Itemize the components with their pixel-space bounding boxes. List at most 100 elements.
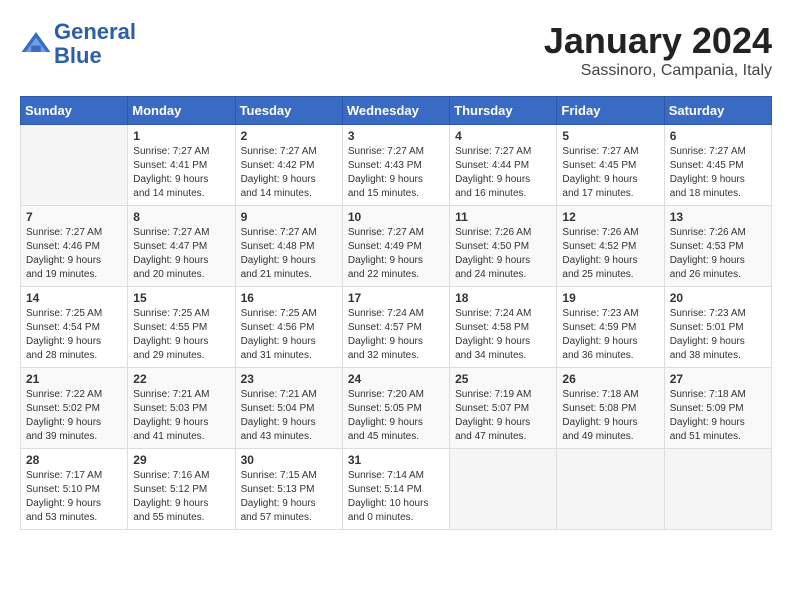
calendar-cell: 21 Sunrise: 7:22 AM Sunset: 5:02 PM Dayli… [21,368,128,449]
day-number: 13 [670,210,766,224]
calendar-week-row: 14Sunrise: 7:25 AM Sunset: 4:54 PM Dayli… [21,287,772,368]
day-of-week-header: Sunday [21,97,128,125]
day-info: Sunrise: 7:25 AM Sunset: 4:54 PM Dayligh… [26,307,122,363]
day-number: 21 [26,372,122,386]
day-number: 8 [133,210,229,224]
day-info: Sunrise: 7:26 AM Sunset: 4:52 PM Dayligh… [562,226,658,282]
day-number: 19 [562,291,658,305]
calendar-cell: 6 Sunrise: 7:27 AM Sunset: 4:45 PM Daylig… [664,125,771,206]
day-number: 7 [26,210,122,224]
day-number: 15 [133,291,229,305]
day-info: Sunrise: 7:24 AM Sunset: 4:57 PM Dayligh… [348,307,444,363]
day-number: 17 [348,291,444,305]
day-of-week-header: Thursday [450,97,557,125]
day-of-week-header: Tuesday [235,97,342,125]
day-number: 6 [670,129,766,143]
calendar-cell [450,449,557,530]
day-info: Sunrise: 7:18 AM Sunset: 5:09 PM Dayligh… [670,388,766,444]
calendar-cell: 20 Sunrise: 7:23 AM Sunset: 5:01 PM Dayli… [664,287,771,368]
day-number: 30 [241,453,337,467]
day-number: 10 [348,210,444,224]
calendar-cell: 31 Sunrise: 7:14 AM Sunset: 5:14 PM Dayli… [342,449,449,530]
day-info: Sunrise: 7:27 AM Sunset: 4:47 PM Dayligh… [133,226,229,282]
calendar-cell: 30Sunrise: 7:15 AM Sunset: 5:13 PM Dayli… [235,449,342,530]
calendar-cell: 11 Sunrise: 7:26 AM Sunset: 4:50 PM Dayli… [450,206,557,287]
day-info: Sunrise: 7:27 AM Sunset: 4:42 PM Dayligh… [241,145,337,201]
calendar-cell: 2 Sunrise: 7:27 AM Sunset: 4:42 PM Daylig… [235,125,342,206]
calendar-cell: 5Sunrise: 7:27 AM Sunset: 4:45 PM Daylig… [557,125,664,206]
calendar-cell: 3 Sunrise: 7:27 AM Sunset: 4:43 PM Daylig… [342,125,449,206]
day-info: Sunrise: 7:27 AM Sunset: 4:44 PM Dayligh… [455,145,551,201]
calendar-cell: 17 Sunrise: 7:24 AM Sunset: 4:57 PM Dayli… [342,287,449,368]
day-of-week-header: Wednesday [342,97,449,125]
day-number: 3 [348,129,444,143]
calendar-cell: 8 Sunrise: 7:27 AM Sunset: 4:47 PM Daylig… [128,206,235,287]
day-number: 26 [562,372,658,386]
logo: General Blue [20,20,136,68]
calendar-cell: 13 Sunrise: 7:26 AM Sunset: 4:53 PM Dayli… [664,206,771,287]
calendar-week-row: 21 Sunrise: 7:22 AM Sunset: 5:02 PM Dayli… [21,368,772,449]
day-info: Sunrise: 7:18 AM Sunset: 5:08 PM Dayligh… [562,388,658,444]
calendar-cell: 29 Sunrise: 7:16 AM Sunset: 5:12 PM Dayli… [128,449,235,530]
day-number: 12 [562,210,658,224]
day-info: Sunrise: 7:27 AM Sunset: 4:48 PM Dayligh… [241,226,337,282]
day-number: 9 [241,210,337,224]
calendar-week-row: 28Sunrise: 7:17 AM Sunset: 5:10 PM Dayli… [21,449,772,530]
day-number: 1 [133,129,229,143]
calendar-cell: 22 Sunrise: 7:21 AM Sunset: 5:03 PM Dayli… [128,368,235,449]
day-info: Sunrise: 7:23 AM Sunset: 4:59 PM Dayligh… [562,307,658,363]
day-info: Sunrise: 7:19 AM Sunset: 5:07 PM Dayligh… [455,388,551,444]
day-number: 27 [670,372,766,386]
calendar-cell: 19 Sunrise: 7:23 AM Sunset: 4:59 PM Dayli… [557,287,664,368]
day-info: Sunrise: 7:20 AM Sunset: 5:05 PM Dayligh… [348,388,444,444]
day-number: 11 [455,210,551,224]
day-info: Sunrise: 7:27 AM Sunset: 4:43 PM Dayligh… [348,145,444,201]
calendar-cell: 12 Sunrise: 7:26 AM Sunset: 4:52 PM Dayli… [557,206,664,287]
day-info: Sunrise: 7:27 AM Sunset: 4:49 PM Dayligh… [348,226,444,282]
day-info: Sunrise: 7:21 AM Sunset: 5:04 PM Dayligh… [241,388,337,444]
day-info: Sunrise: 7:23 AM Sunset: 5:01 PM Dayligh… [670,307,766,363]
day-info: Sunrise: 7:26 AM Sunset: 4:50 PM Dayligh… [455,226,551,282]
day-info: Sunrise: 7:25 AM Sunset: 4:55 PM Dayligh… [133,307,229,363]
calendar-cell: 16 Sunrise: 7:25 AM Sunset: 4:56 PM Dayli… [235,287,342,368]
calendar-cell: 27 Sunrise: 7:18 AM Sunset: 5:09 PM Dayli… [664,368,771,449]
calendar-cell: 1 Sunrise: 7:27 AM Sunset: 4:41 PM Daylig… [128,125,235,206]
day-number: 24 [348,372,444,386]
day-number: 25 [455,372,551,386]
day-number: 29 [133,453,229,467]
day-info: Sunrise: 7:27 AM Sunset: 4:41 PM Dayligh… [133,145,229,201]
day-number: 23 [241,372,337,386]
calendar-cell: 7 Sunrise: 7:27 AM Sunset: 4:46 PM Daylig… [21,206,128,287]
day-number: 22 [133,372,229,386]
day-of-week-header: Saturday [664,97,771,125]
calendar-cell: 15 Sunrise: 7:25 AM Sunset: 4:55 PM Dayli… [128,287,235,368]
calendar-cell: 10 Sunrise: 7:27 AM Sunset: 4:49 PM Dayli… [342,206,449,287]
day-info: Sunrise: 7:26 AM Sunset: 4:53 PM Dayligh… [670,226,766,282]
calendar-cell: 25 Sunrise: 7:19 AM Sunset: 5:07 PM Dayli… [450,368,557,449]
day-number: 31 [348,453,444,467]
day-number: 5 [562,129,658,143]
day-of-week-header: Friday [557,97,664,125]
calendar-week-row: 7 Sunrise: 7:27 AM Sunset: 4:46 PM Daylig… [21,206,772,287]
calendar-cell [664,449,771,530]
day-number: 16 [241,291,337,305]
calendar-cell [557,449,664,530]
day-info: Sunrise: 7:22 AM Sunset: 5:02 PM Dayligh… [26,388,122,444]
page-header: General Blue January 2024 Sassinoro, Cam… [20,20,772,80]
calendar-table: SundayMondayTuesdayWednesdayThursdayFrid… [20,96,772,530]
day-info: Sunrise: 7:14 AM Sunset: 5:14 PM Dayligh… [348,469,444,525]
day-info: Sunrise: 7:21 AM Sunset: 5:03 PM Dayligh… [133,388,229,444]
day-info: Sunrise: 7:17 AM Sunset: 5:10 PM Dayligh… [26,469,122,525]
day-info: Sunrise: 7:16 AM Sunset: 5:12 PM Dayligh… [133,469,229,525]
day-number: 2 [241,129,337,143]
calendar-cell: 23 Sunrise: 7:21 AM Sunset: 5:04 PM Dayli… [235,368,342,449]
day-info: Sunrise: 7:24 AM Sunset: 4:58 PM Dayligh… [455,307,551,363]
day-number: 20 [670,291,766,305]
calendar-week-row: 1 Sunrise: 7:27 AM Sunset: 4:41 PM Daylig… [21,125,772,206]
calendar-cell: 9 Sunrise: 7:27 AM Sunset: 4:48 PM Daylig… [235,206,342,287]
calendar-cell [21,125,128,206]
calendar-cell: 4Sunrise: 7:27 AM Sunset: 4:44 PM Daylig… [450,125,557,206]
day-info: Sunrise: 7:27 AM Sunset: 4:46 PM Dayligh… [26,226,122,282]
day-info: Sunrise: 7:27 AM Sunset: 4:45 PM Dayligh… [670,145,766,201]
day-info: Sunrise: 7:25 AM Sunset: 4:56 PM Dayligh… [241,307,337,363]
